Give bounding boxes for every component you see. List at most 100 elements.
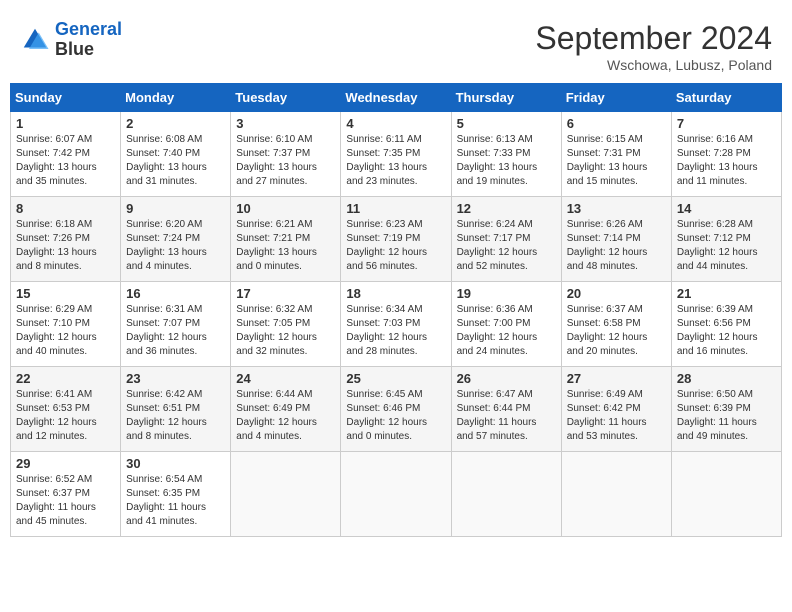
sunset: Sunset: 7:37 PM xyxy=(236,148,310,159)
sunrise: Sunrise: 6:39 AM xyxy=(677,304,753,315)
calendar-cell: 7 Sunrise: 6:16 AM Sunset: 7:28 PM Dayli… xyxy=(671,112,781,197)
day-number: 3 xyxy=(236,116,335,131)
calendar-cell: 22 Sunrise: 6:41 AM Sunset: 6:53 PM Dayl… xyxy=(11,367,121,452)
day-number: 1 xyxy=(16,116,115,131)
sunrise: Sunrise: 6:44 AM xyxy=(236,389,312,400)
sunset: Sunset: 6:39 PM xyxy=(677,403,751,414)
sunrise: Sunrise: 6:36 AM xyxy=(457,304,533,315)
sunrise: Sunrise: 6:15 AM xyxy=(567,134,643,145)
daylight: Daylight: 12 hours and 52 minutes. xyxy=(457,247,538,272)
calendar-cell xyxy=(341,452,451,537)
day-number: 15 xyxy=(16,286,115,301)
col-header-tuesday: Tuesday xyxy=(231,84,341,112)
day-info: Sunrise: 6:54 AM Sunset: 6:35 PM Dayligh… xyxy=(126,473,225,529)
day-info: Sunrise: 6:11 AM Sunset: 7:35 PM Dayligh… xyxy=(346,133,445,189)
sunset: Sunset: 7:00 PM xyxy=(457,318,531,329)
day-number: 2 xyxy=(126,116,225,131)
daylight: Daylight: 12 hours and 0 minutes. xyxy=(346,417,427,442)
sunset: Sunset: 7:03 PM xyxy=(346,318,420,329)
day-number: 26 xyxy=(457,371,556,386)
daylight: Daylight: 12 hours and 12 minutes. xyxy=(16,417,97,442)
sunset: Sunset: 7:07 PM xyxy=(126,318,200,329)
day-info: Sunrise: 6:34 AM Sunset: 7:03 PM Dayligh… xyxy=(346,303,445,359)
day-number: 7 xyxy=(677,116,776,131)
sunset: Sunset: 7:40 PM xyxy=(126,148,200,159)
daylight: Daylight: 13 hours and 23 minutes. xyxy=(346,162,427,187)
day-info: Sunrise: 6:41 AM Sunset: 6:53 PM Dayligh… xyxy=(16,388,115,444)
calendar-cell: 5 Sunrise: 6:13 AM Sunset: 7:33 PM Dayli… xyxy=(451,112,561,197)
daylight: Daylight: 12 hours and 28 minutes. xyxy=(346,332,427,357)
sunrise: Sunrise: 6:42 AM xyxy=(126,389,202,400)
calendar-cell: 13 Sunrise: 6:26 AM Sunset: 7:14 PM Dayl… xyxy=(561,197,671,282)
col-header-friday: Friday xyxy=(561,84,671,112)
day-info: Sunrise: 6:39 AM Sunset: 6:56 PM Dayligh… xyxy=(677,303,776,359)
daylight: Daylight: 12 hours and 36 minutes. xyxy=(126,332,207,357)
sunrise: Sunrise: 6:11 AM xyxy=(346,134,421,145)
day-number: 21 xyxy=(677,286,776,301)
calendar-cell: 2 Sunrise: 6:08 AM Sunset: 7:40 PM Dayli… xyxy=(121,112,231,197)
daylight: Daylight: 11 hours and 49 minutes. xyxy=(677,417,757,442)
calendar-cell: 12 Sunrise: 6:24 AM Sunset: 7:17 PM Dayl… xyxy=(451,197,561,282)
day-number: 20 xyxy=(567,286,666,301)
daylight: Daylight: 13 hours and 35 minutes. xyxy=(16,162,97,187)
col-header-wednesday: Wednesday xyxy=(341,84,451,112)
calendar-cell: 8 Sunrise: 6:18 AM Sunset: 7:26 PM Dayli… xyxy=(11,197,121,282)
daylight: Daylight: 11 hours and 53 minutes. xyxy=(567,417,647,442)
day-info: Sunrise: 6:08 AM Sunset: 7:40 PM Dayligh… xyxy=(126,133,225,189)
sunset: Sunset: 7:14 PM xyxy=(567,233,641,244)
calendar-cell xyxy=(671,452,781,537)
location: Wschowa, Lubusz, Poland xyxy=(535,57,772,73)
daylight: Daylight: 13 hours and 11 minutes. xyxy=(677,162,758,187)
sunset: Sunset: 6:42 PM xyxy=(567,403,641,414)
day-number: 28 xyxy=(677,371,776,386)
calendar-cell: 3 Sunrise: 6:10 AM Sunset: 7:37 PM Dayli… xyxy=(231,112,341,197)
daylight: Daylight: 13 hours and 15 minutes. xyxy=(567,162,648,187)
day-number: 19 xyxy=(457,286,556,301)
sunrise: Sunrise: 6:54 AM xyxy=(126,474,202,485)
col-header-sunday: Sunday xyxy=(11,84,121,112)
logo: General Blue xyxy=(20,20,122,60)
week-row-3: 15 Sunrise: 6:29 AM Sunset: 7:10 PM Dayl… xyxy=(11,282,782,367)
sunrise: Sunrise: 6:49 AM xyxy=(567,389,643,400)
day-number: 4 xyxy=(346,116,445,131)
day-info: Sunrise: 6:10 AM Sunset: 7:37 PM Dayligh… xyxy=(236,133,335,189)
sunset: Sunset: 7:21 PM xyxy=(236,233,310,244)
day-number: 29 xyxy=(16,456,115,471)
daylight: Daylight: 12 hours and 20 minutes. xyxy=(567,332,648,357)
calendar-cell: 26 Sunrise: 6:47 AM Sunset: 6:44 PM Dayl… xyxy=(451,367,561,452)
calendar-cell: 6 Sunrise: 6:15 AM Sunset: 7:31 PM Dayli… xyxy=(561,112,671,197)
sunset: Sunset: 6:37 PM xyxy=(16,488,90,499)
calendar-cell xyxy=(451,452,561,537)
sunset: Sunset: 7:24 PM xyxy=(126,233,200,244)
day-number: 25 xyxy=(346,371,445,386)
sunrise: Sunrise: 6:07 AM xyxy=(16,134,92,145)
sunset: Sunset: 7:19 PM xyxy=(346,233,420,244)
sunset: Sunset: 6:46 PM xyxy=(346,403,420,414)
daylight: Daylight: 13 hours and 0 minutes. xyxy=(236,247,317,272)
calendar-cell: 16 Sunrise: 6:31 AM Sunset: 7:07 PM Dayl… xyxy=(121,282,231,367)
sunset: Sunset: 6:56 PM xyxy=(677,318,751,329)
day-number: 16 xyxy=(126,286,225,301)
calendar-cell: 14 Sunrise: 6:28 AM Sunset: 7:12 PM Dayl… xyxy=(671,197,781,282)
day-info: Sunrise: 6:37 AM Sunset: 6:58 PM Dayligh… xyxy=(567,303,666,359)
sunrise: Sunrise: 6:41 AM xyxy=(16,389,92,400)
calendar-cell: 17 Sunrise: 6:32 AM Sunset: 7:05 PM Dayl… xyxy=(231,282,341,367)
day-number: 24 xyxy=(236,371,335,386)
calendar-cell: 23 Sunrise: 6:42 AM Sunset: 6:51 PM Dayl… xyxy=(121,367,231,452)
calendar-cell: 30 Sunrise: 6:54 AM Sunset: 6:35 PM Dayl… xyxy=(121,452,231,537)
day-info: Sunrise: 6:50 AM Sunset: 6:39 PM Dayligh… xyxy=(677,388,776,444)
calendar-cell: 4 Sunrise: 6:11 AM Sunset: 7:35 PM Dayli… xyxy=(341,112,451,197)
day-number: 10 xyxy=(236,201,335,216)
sunset: Sunset: 7:31 PM xyxy=(567,148,641,159)
calendar-cell: 1 Sunrise: 6:07 AM Sunset: 7:42 PM Dayli… xyxy=(11,112,121,197)
day-info: Sunrise: 6:26 AM Sunset: 7:14 PM Dayligh… xyxy=(567,218,666,274)
calendar-cell: 19 Sunrise: 6:36 AM Sunset: 7:00 PM Dayl… xyxy=(451,282,561,367)
calendar-cell: 15 Sunrise: 6:29 AM Sunset: 7:10 PM Dayl… xyxy=(11,282,121,367)
daylight: Daylight: 12 hours and 32 minutes. xyxy=(236,332,317,357)
sunset: Sunset: 7:35 PM xyxy=(346,148,420,159)
calendar-cell: 11 Sunrise: 6:23 AM Sunset: 7:19 PM Dayl… xyxy=(341,197,451,282)
sunset: Sunset: 7:26 PM xyxy=(16,233,90,244)
calendar-table: SundayMondayTuesdayWednesdayThursdayFrid… xyxy=(10,83,782,537)
calendar-cell: 28 Sunrise: 6:50 AM Sunset: 6:39 PM Dayl… xyxy=(671,367,781,452)
sunrise: Sunrise: 6:16 AM xyxy=(677,134,753,145)
